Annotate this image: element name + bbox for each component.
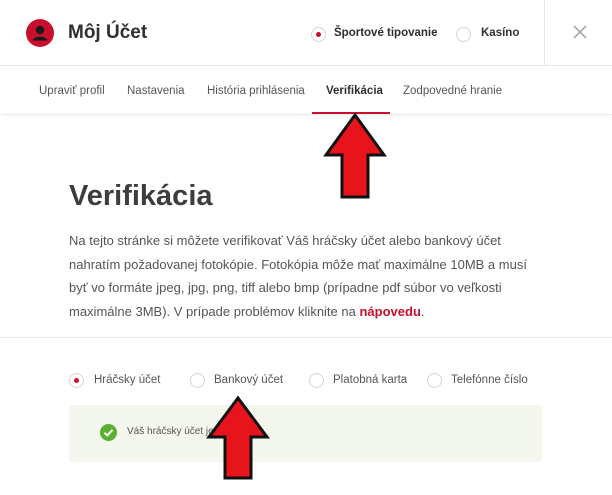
section-heading: Verifikácia xyxy=(69,180,213,212)
description-end: . xyxy=(420,303,425,319)
tab-verification[interactable]: Verifikácia xyxy=(326,85,383,97)
casino-radio[interactable] xyxy=(456,27,471,42)
page-title: Môj Účet xyxy=(68,22,148,43)
tab-edit-profile[interactable]: Upraviť profil xyxy=(39,85,105,97)
annotation-arrow-up-icon xyxy=(206,395,270,480)
help-link[interactable]: nápovedu xyxy=(359,304,420,319)
account-header: Môj Účet Športové tipovanie Kasíno xyxy=(0,0,612,66)
description-text: Na tejto stránke si môžete verifikovať V… xyxy=(69,233,527,319)
verification-description: Na tejto stránke si môžete verifikovať V… xyxy=(69,229,539,323)
annotation-arrow-up-icon xyxy=(323,112,387,199)
section-divider xyxy=(0,337,612,338)
player-account-label[interactable]: Hráčsky účet xyxy=(94,374,160,386)
account-tabs: Upraviť profil Nastavenia História prihl… xyxy=(0,67,612,115)
player-account-radio[interactable] xyxy=(69,373,84,388)
tab-settings[interactable]: Nastavenia xyxy=(127,85,185,97)
tab-responsible-gaming[interactable]: Zodpovedné hranie xyxy=(403,85,502,97)
header-divider xyxy=(544,0,545,66)
check-circle-icon xyxy=(100,424,117,441)
payment-card-label[interactable]: Platobná karta xyxy=(333,374,407,386)
casino-label[interactable]: Kasíno xyxy=(481,27,519,39)
sport-betting-radio[interactable] xyxy=(311,27,326,42)
phone-number-label[interactable]: Telefónne číslo xyxy=(451,374,528,386)
tab-login-history[interactable]: História prihlásenia xyxy=(207,85,305,97)
close-icon[interactable] xyxy=(567,19,593,45)
phone-number-radio[interactable] xyxy=(427,373,442,388)
sport-betting-label[interactable]: Športové tipovanie xyxy=(334,27,438,39)
status-panel: Váš hráčsky účet je v xyxy=(69,405,542,462)
payment-card-radio[interactable] xyxy=(309,373,324,388)
bank-account-label[interactable]: Bankový účet xyxy=(214,374,283,386)
user-icon xyxy=(26,19,54,47)
bank-account-radio[interactable] xyxy=(190,373,205,388)
